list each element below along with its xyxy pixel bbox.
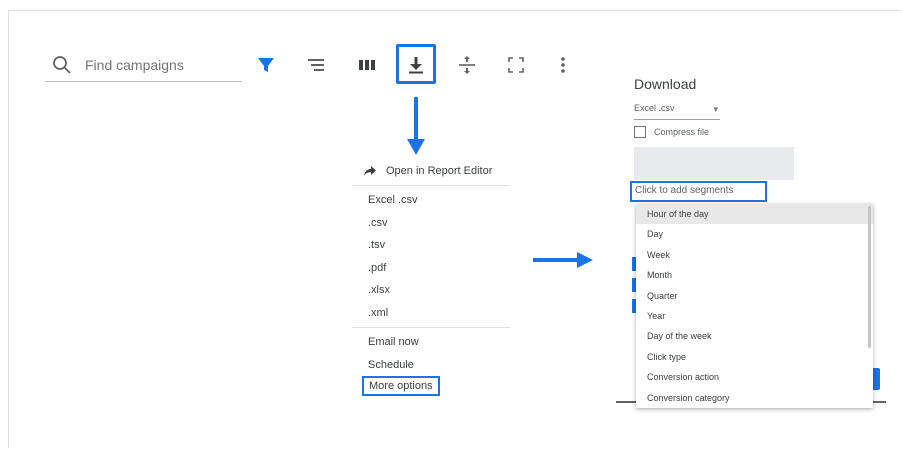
share-arrow-icon xyxy=(364,166,376,176)
expand-rows-icon[interactable] xyxy=(453,51,481,79)
more-options[interactable]: More options xyxy=(362,376,440,396)
columns-icon[interactable] xyxy=(353,51,381,79)
download-icon[interactable] xyxy=(402,51,430,79)
format-pdf[interactable]: .pdf xyxy=(352,257,510,280)
campaign-search[interactable] xyxy=(45,48,242,82)
segment-option[interactable]: Month xyxy=(636,265,873,285)
open-in-report-editor[interactable]: Open in Report Editor xyxy=(352,160,510,182)
download-menu: Open in Report Editor Excel .csv .csv .t… xyxy=(352,160,510,396)
filter-icon[interactable] xyxy=(252,51,280,79)
segment-option[interactable]: Day of the week xyxy=(636,326,873,346)
panel-title: Download xyxy=(634,76,697,92)
segment-option[interactable]: Click type xyxy=(636,347,873,367)
segment-option[interactable]: Hour of the day xyxy=(636,204,873,225)
segment-option[interactable]: Conversion action xyxy=(636,367,873,387)
compress-file-label: Compress file xyxy=(654,127,710,137)
dropdown-caret-icon: ▾ xyxy=(713,104,718,114)
panel-underline xyxy=(871,401,886,403)
segments-dropdown: Hour of the day Day Week Month Quarter Y… xyxy=(636,204,873,408)
format-excel-csv[interactable]: Excel .csv xyxy=(352,189,510,212)
down-arrow-annotation xyxy=(407,97,425,155)
format-select-value: Excel .csv xyxy=(634,103,675,113)
format-xml[interactable]: .xml xyxy=(352,302,510,325)
segment-option[interactable]: Year xyxy=(636,306,873,326)
segment-option[interactable]: Conversion category xyxy=(636,388,873,408)
format-tsv[interactable]: .tsv xyxy=(352,234,510,257)
format-xlsx[interactable]: .xlsx xyxy=(352,279,510,302)
segment-option[interactable]: Week xyxy=(636,245,873,265)
panel-underline xyxy=(616,401,638,403)
add-segments-input[interactable]: Click to add segments xyxy=(630,181,767,202)
fullscreen-icon[interactable] xyxy=(502,51,530,79)
download-panel: Download Excel .csv ▾ Compress file Clic… xyxy=(616,70,886,408)
checkbox-icon xyxy=(634,126,646,138)
search-input[interactable] xyxy=(85,56,235,73)
more-vert-icon[interactable] xyxy=(549,51,577,79)
search-icon xyxy=(51,54,73,76)
open-editor-label: Open in Report Editor xyxy=(386,165,493,177)
menu-divider xyxy=(352,327,510,328)
format-csv[interactable]: .csv xyxy=(352,212,510,235)
segment-option[interactable]: Quarter xyxy=(636,286,873,306)
format-select[interactable]: Excel .csv ▾ xyxy=(634,100,720,120)
segment-icon[interactable] xyxy=(302,51,330,79)
dropdown-scrollbar[interactable] xyxy=(868,206,871,348)
right-arrow-annotation xyxy=(533,252,593,268)
compress-file-checkbox[interactable]: Compress file xyxy=(634,126,709,138)
email-now[interactable]: Email now xyxy=(352,331,510,354)
segment-chip-area xyxy=(634,147,794,180)
schedule[interactable]: Schedule xyxy=(352,354,510,377)
menu-divider xyxy=(352,185,510,186)
segment-option[interactable]: Day xyxy=(636,224,873,244)
